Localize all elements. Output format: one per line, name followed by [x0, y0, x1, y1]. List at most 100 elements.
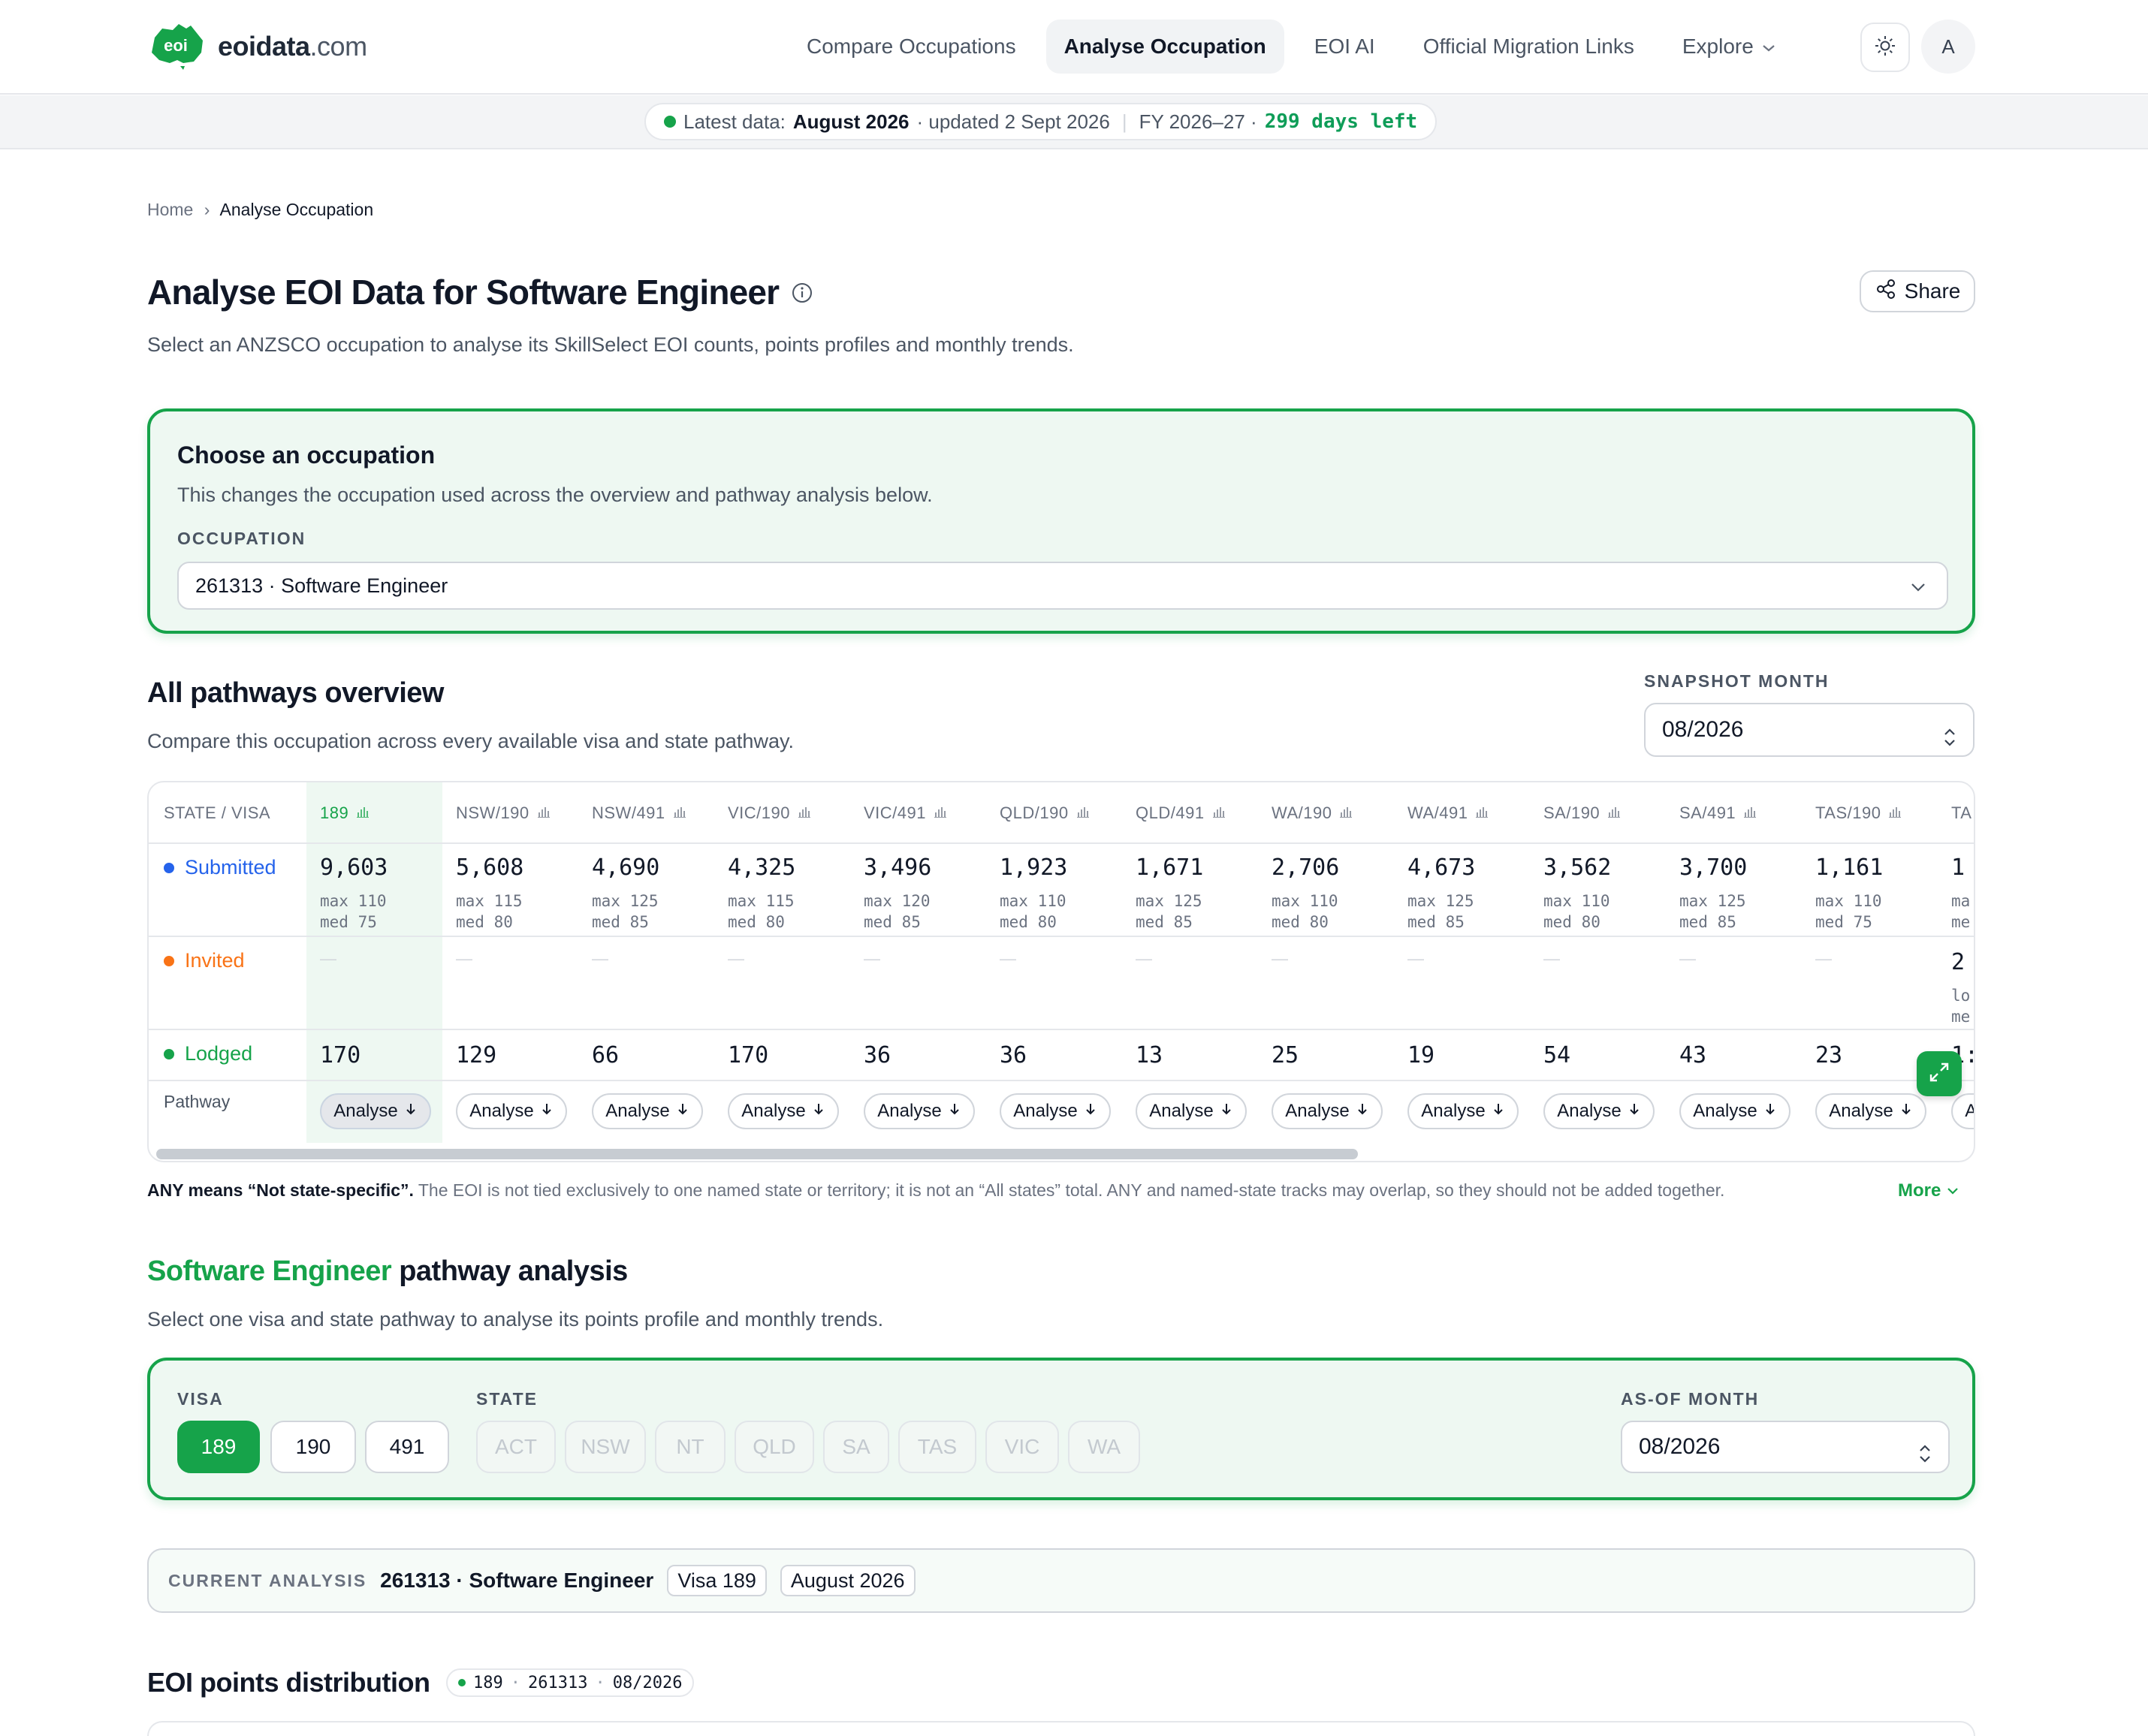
- visa-chip-190[interactable]: 190: [270, 1421, 356, 1473]
- state-chip-sa[interactable]: SA: [823, 1421, 889, 1473]
- user-avatar[interactable]: A: [1921, 20, 1975, 74]
- analyse-pathway-button[interactable]: Analyse: [592, 1093, 703, 1129]
- analyse-pathway-button[interactable]: Analyse: [320, 1093, 431, 1129]
- lodged-dot-icon: [164, 1048, 174, 1059]
- updown-chevron-icon: [1941, 718, 1958, 769]
- analyse-pathway-button[interactable]: Analyse: [728, 1093, 839, 1129]
- expand-table-button[interactable]: [1917, 1051, 1962, 1096]
- asof-month-select[interactable]: 08/2026: [1621, 1421, 1950, 1473]
- column-header[interactable]: TAS/190: [1815, 803, 1902, 823]
- column-header[interactable]: VIC/491: [864, 803, 947, 823]
- lodged-value: 36: [864, 1042, 891, 1068]
- column-header[interactable]: VIC/190: [728, 803, 811, 823]
- analyse-pathway-button[interactable]: Analyse: [1679, 1093, 1791, 1129]
- nav-compare-occupations[interactable]: Compare Occupations: [789, 20, 1034, 74]
- state-chip-qld[interactable]: QLD: [735, 1421, 814, 1473]
- submitted-max: max 110: [320, 892, 387, 910]
- share-button[interactable]: Share: [1860, 270, 1975, 312]
- page-title-row: Analyse EOI Data for Software Engineer: [147, 272, 813, 312]
- arrow-down-icon: [1356, 1101, 1369, 1122]
- column-header[interactable]: NSW/190: [456, 803, 551, 823]
- column-header-label: QLD/491: [1136, 803, 1205, 822]
- column-header[interactable]: TA: [1951, 803, 1972, 823]
- bar-chart-icon: [356, 803, 370, 823]
- submitted-value: 1,671: [1136, 854, 1204, 881]
- lodged-value: 129: [456, 1042, 497, 1068]
- context-dot-icon: [458, 1679, 466, 1686]
- invited-empty: —: [864, 949, 880, 968]
- submitted-value: 3,700: [1679, 854, 1748, 881]
- visa-chip-189[interactable]: 189: [177, 1421, 260, 1473]
- column-header[interactable]: NSW/491: [592, 803, 686, 823]
- lodged-value: 19: [1407, 1042, 1435, 1068]
- breadcrumb-separator: ›: [204, 200, 210, 219]
- analyse-pathway-button[interactable]: Analyse: [864, 1093, 975, 1129]
- table-horizontal-scrollbar[interactable]: [156, 1149, 1358, 1159]
- current-visa-tag: Visa 189: [667, 1565, 767, 1596]
- pathway-row-label: Pathway: [164, 1092, 230, 1112]
- analyse-label: Analyse: [469, 1101, 534, 1121]
- occupation-select[interactable]: 261313 · Software Engineer: [177, 562, 1948, 610]
- asof-month-label: AS-OF MONTH: [1621, 1389, 1760, 1409]
- info-icon[interactable]: [791, 272, 813, 312]
- snapshot-month-value: 08/2026: [1662, 717, 1744, 742]
- lodged-value: 25: [1272, 1042, 1299, 1068]
- state-chip-nt[interactable]: NT: [655, 1421, 726, 1473]
- submitted-median: me: [1951, 913, 1971, 931]
- column-header[interactable]: SA/491: [1679, 803, 1757, 823]
- snapshot-month-select[interactable]: 08/2026: [1644, 703, 1975, 757]
- column-header-label: NSW/190: [456, 803, 529, 822]
- state-chip-nsw[interactable]: NSW: [565, 1421, 646, 1473]
- visa-label: VISA: [177, 1389, 224, 1409]
- row-divider: [149, 842, 1974, 844]
- invited-median: me: [1951, 1008, 1971, 1026]
- row-divider: [149, 1080, 1974, 1081]
- analyse-pathway-button[interactable]: Analyse: [1951, 1093, 1974, 1129]
- submitted-value: 4,325: [728, 854, 796, 881]
- submitted-value: 5,608: [456, 854, 524, 881]
- analyse-pathway-button[interactable]: Analyse: [1136, 1093, 1247, 1129]
- invited-empty: —: [1000, 949, 1016, 968]
- column-header[interactable]: WA/491: [1407, 803, 1489, 823]
- bar-chart-icon: [1607, 803, 1621, 823]
- visa-chip-491[interactable]: 491: [365, 1421, 449, 1473]
- analyse-pathway-button[interactable]: Analyse: [1000, 1093, 1111, 1129]
- analyse-pathway-button[interactable]: Analyse: [1543, 1093, 1655, 1129]
- nav-eoi-ai[interactable]: EOI AI: [1296, 20, 1393, 74]
- submitted-max: max 125: [1679, 892, 1746, 910]
- pathway-analysis-subtitle: Select one visa and state pathway to ana…: [147, 1308, 884, 1331]
- column-header[interactable]: QLD/190: [1000, 803, 1090, 823]
- bar-chart-icon: [1339, 803, 1353, 823]
- theme-toggle-button[interactable]: [1860, 23, 1910, 72]
- analyse-pathway-button[interactable]: Analyse: [1272, 1093, 1383, 1129]
- column-header[interactable]: 189: [320, 803, 370, 823]
- submitted-max: max 110: [1000, 892, 1066, 910]
- submitted-value: 1,923: [1000, 854, 1068, 881]
- nav-official-links[interactable]: Official Migration Links: [1405, 20, 1652, 74]
- context-month: 08/2026: [612, 1673, 683, 1692]
- site-logo[interactable]: eoi eoidata.com: [147, 23, 367, 71]
- nav-explore[interactable]: Explore: [1664, 20, 1794, 74]
- state-chip-wa[interactable]: WA: [1068, 1421, 1140, 1473]
- analyse-pathway-button[interactable]: Analyse: [456, 1093, 567, 1129]
- nav-analyse-occupation[interactable]: Analyse Occupation: [1045, 20, 1284, 74]
- any-state-note: ANY means “Not state-specific”. The EOI …: [147, 1180, 1800, 1201]
- submitted-value: 1,161: [1815, 854, 1884, 881]
- analyse-pathway-button[interactable]: Analyse: [1407, 1093, 1519, 1129]
- state-chip-tas[interactable]: TAS: [898, 1421, 976, 1473]
- more-toggle[interactable]: More: [1898, 1180, 1959, 1201]
- column-header[interactable]: WA/190: [1272, 803, 1353, 823]
- lodged-value: 66: [592, 1042, 620, 1068]
- arrow-down-icon: [1084, 1101, 1097, 1122]
- submitted-max: max 110: [1543, 892, 1610, 910]
- column-header[interactable]: SA/190: [1543, 803, 1621, 823]
- state-chip-vic[interactable]: VIC: [985, 1421, 1059, 1473]
- column-header[interactable]: QLD/491: [1136, 803, 1226, 823]
- bar-chart-icon: [934, 803, 947, 823]
- breadcrumb-home[interactable]: Home: [147, 200, 193, 219]
- chevron-down-icon: [1946, 1180, 1959, 1201]
- state-label: STATE: [476, 1389, 538, 1409]
- submitted-max: max 115: [728, 892, 795, 910]
- state-chip-act[interactable]: ACT: [476, 1421, 556, 1473]
- analyse-pathway-button[interactable]: Analyse: [1815, 1093, 1926, 1129]
